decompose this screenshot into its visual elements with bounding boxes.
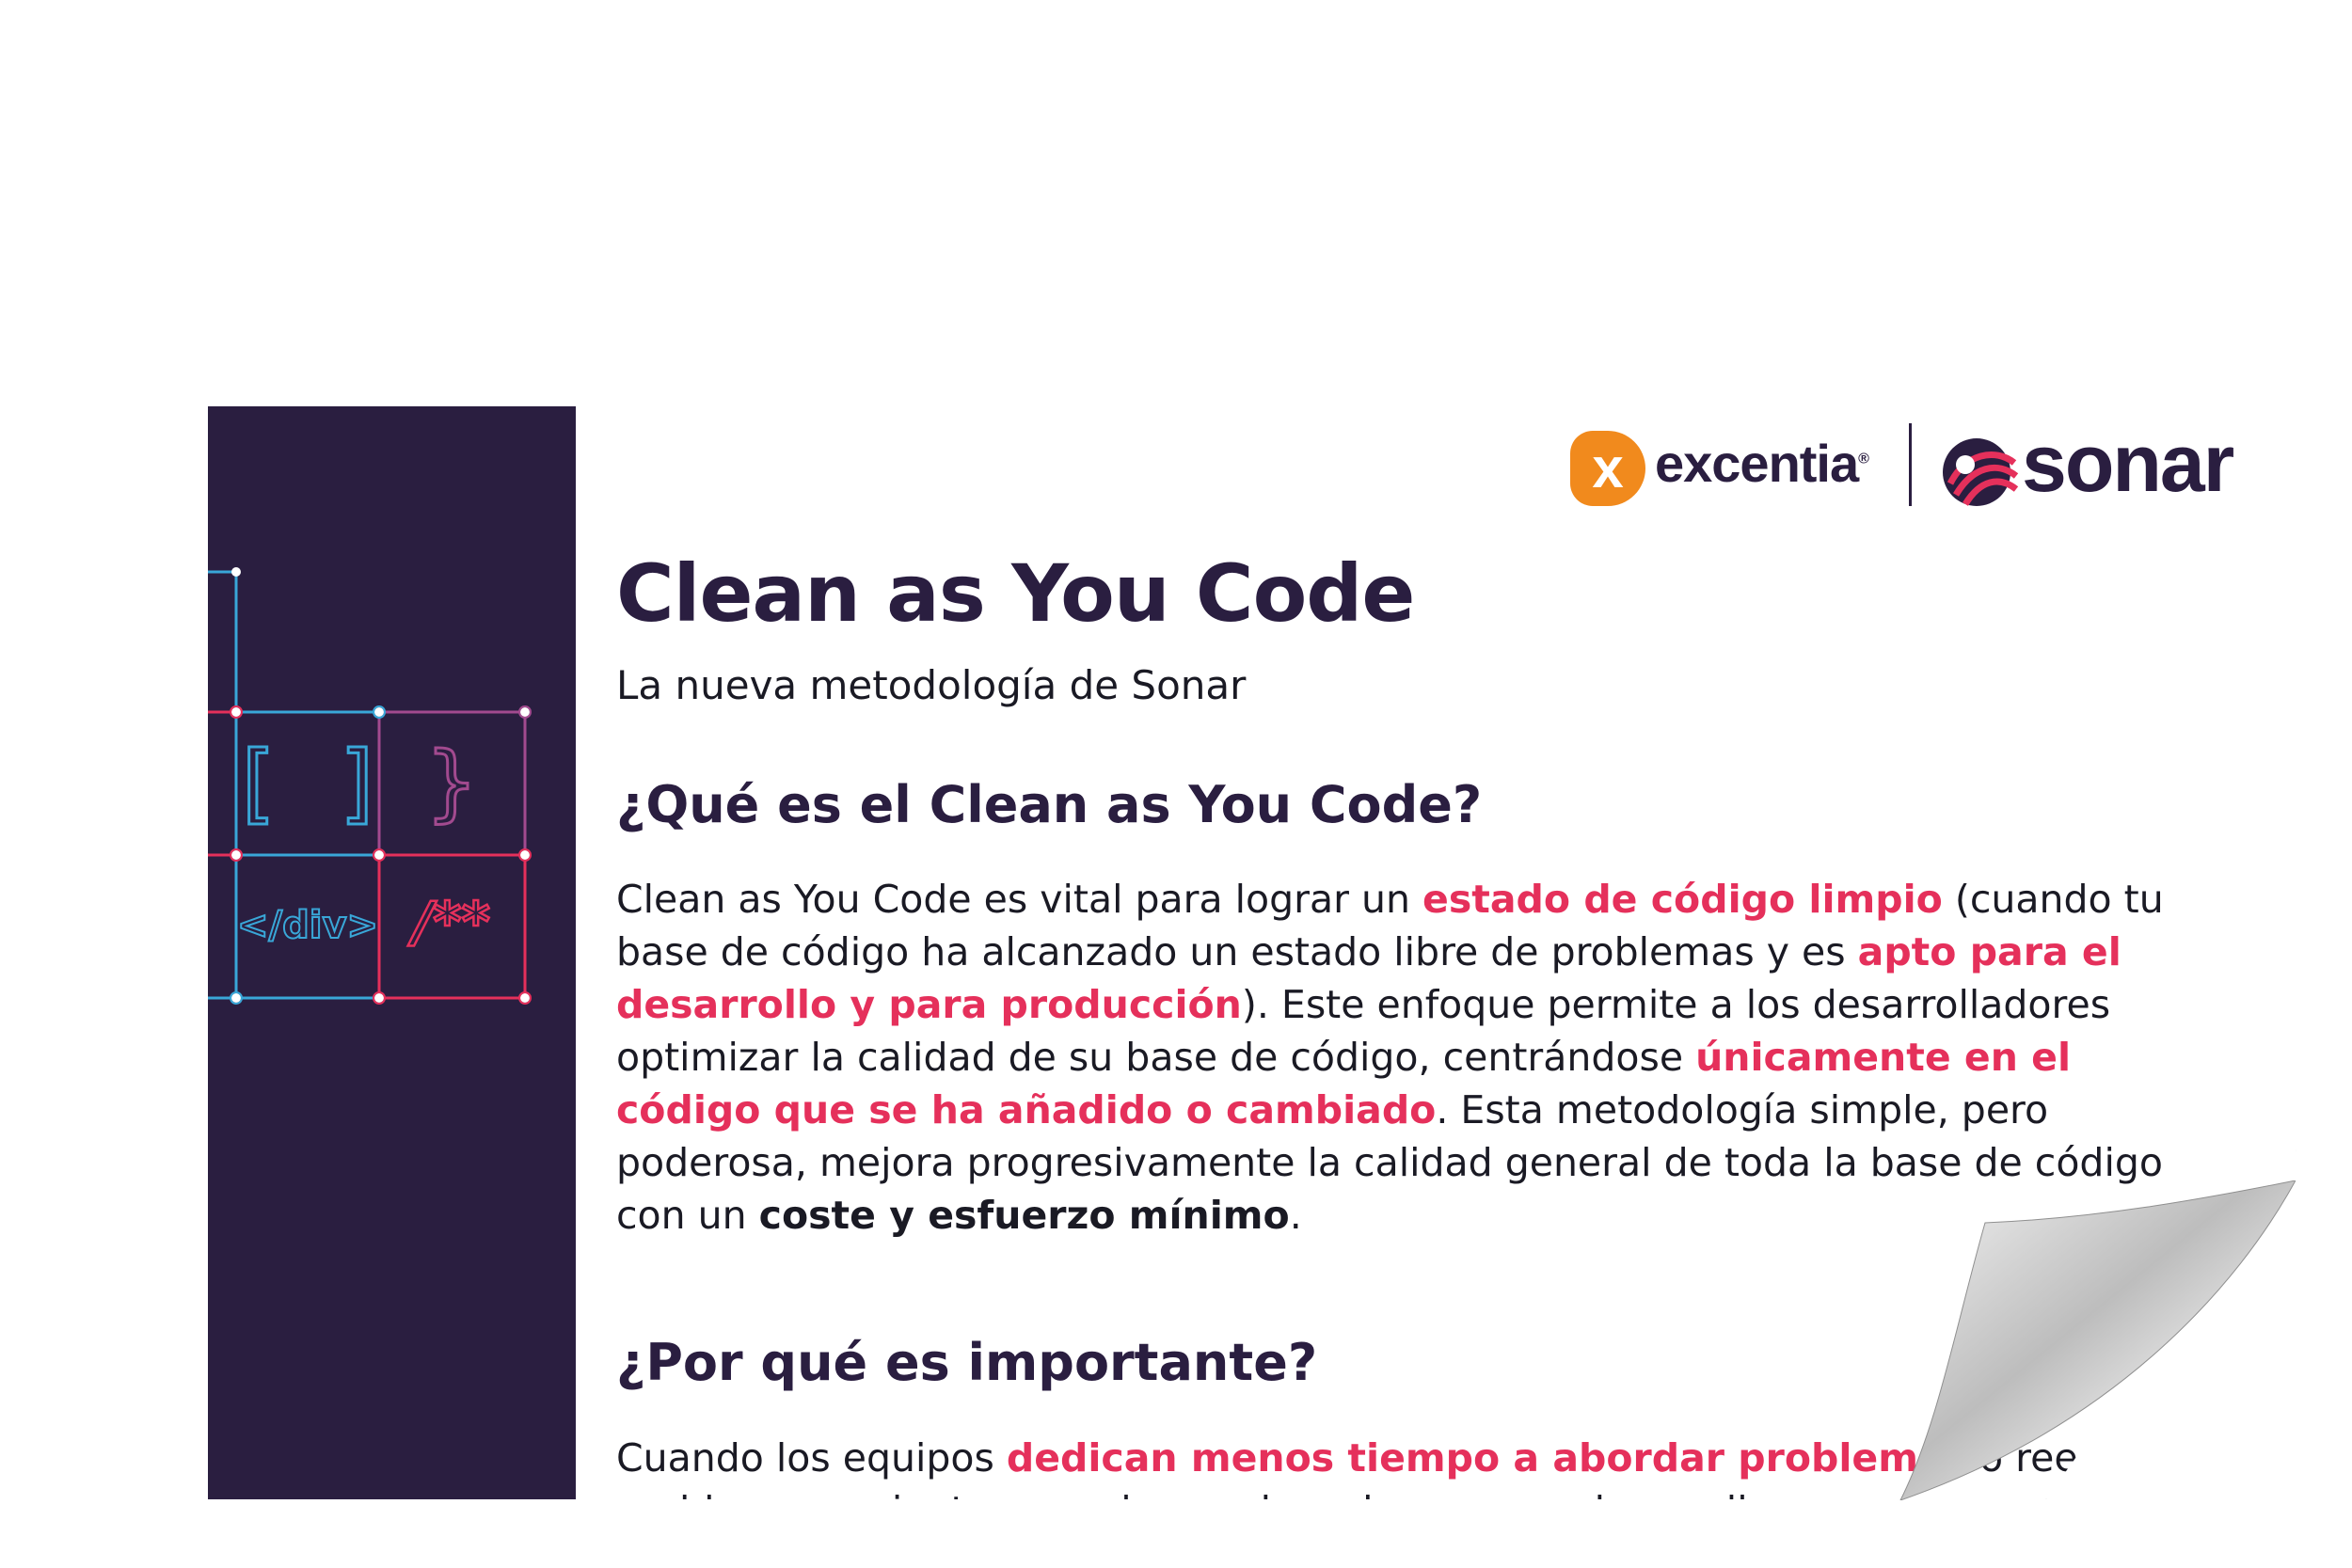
highlight-clean-state: estado de código limpio bbox=[1422, 877, 1943, 922]
excentia-wordmark: excentia® bbox=[1655, 434, 1869, 493]
highlight-less-time: dedican menos tiempo a abordar problemas bbox=[1006, 1435, 1967, 1481]
bold-minimal-cost: coste y esfuerzo mínimo bbox=[758, 1193, 1290, 1238]
comment-glyph: /** bbox=[407, 890, 490, 954]
excentia-logo-icon: x bbox=[1570, 431, 1645, 506]
brand-logos: x excentia® sonar bbox=[1570, 419, 2266, 514]
brackets-glyph: [ ] bbox=[230, 733, 386, 833]
div-tag-glyph: </div> bbox=[237, 904, 378, 947]
code-grid-graphic: [ ] } </div> /** bbox=[208, 567, 532, 1005]
brace-glyph: } bbox=[427, 734, 477, 831]
page-title: Clean as You Code bbox=[616, 547, 1415, 640]
page-curl-graphic bbox=[1899, 1180, 2296, 1500]
sonar-wordmark: sonar bbox=[2022, 419, 2234, 509]
section-heading-what: ¿Qué es el Clean as You Code? bbox=[616, 775, 1483, 834]
sidebar-decoration: [ ] } </div> /** bbox=[208, 406, 576, 1499]
sonar-logo-icon bbox=[1943, 438, 2019, 506]
page-subtitle: La nueva metodología de Sonar bbox=[616, 662, 1247, 708]
logo-divider bbox=[1909, 423, 1912, 506]
section-heading-why: ¿Por qué es importante? bbox=[616, 1333, 1318, 1392]
